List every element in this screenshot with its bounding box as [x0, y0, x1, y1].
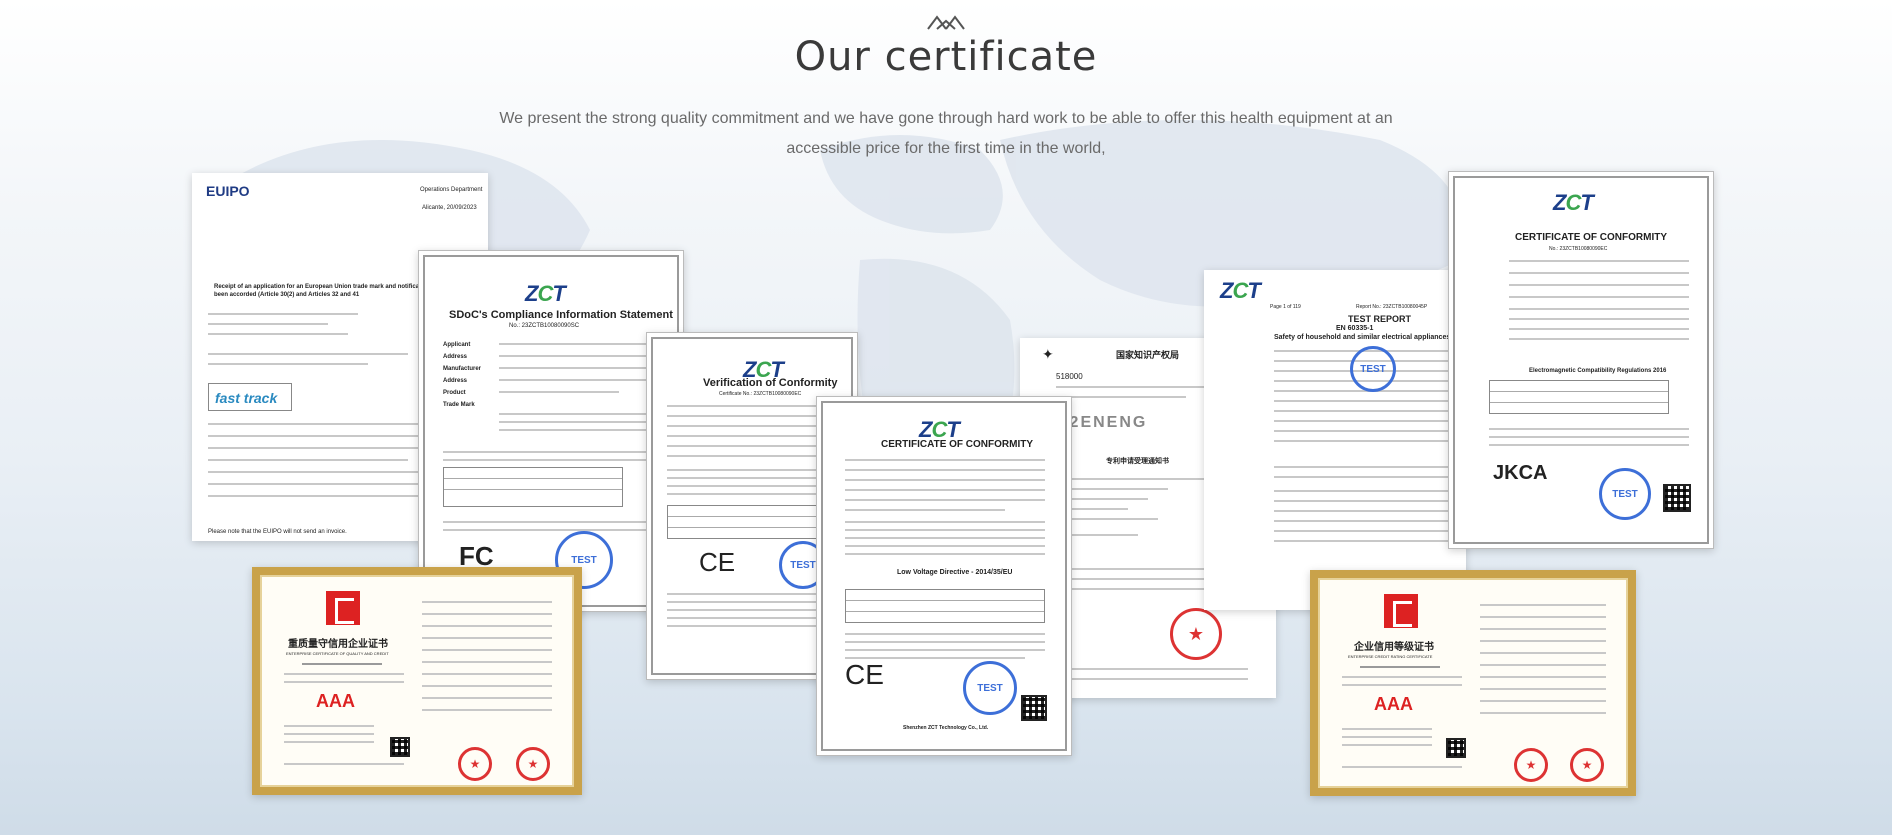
ce-cert-title: CERTIFICATE OF CONFORMITY — [881, 439, 1034, 450]
qr-code — [1446, 738, 1466, 758]
test-report-number: Report No.: 23ZCTB10080045P — [1356, 304, 1428, 310]
page-title: Our certificate — [794, 34, 1098, 80]
ce-cert-directive: Low Voltage Directive - 2014/35/EU — [897, 569, 1013, 576]
qr-code — [390, 737, 410, 757]
test-stamp: TEST — [1350, 346, 1396, 392]
ce-cert-company: Shenzhen ZCT Technology Co., Ltd. — [903, 725, 989, 731]
test-report-standard: EN 60335-1 — [1336, 325, 1374, 332]
certificate-ce[interactable]: ZCT CERTIFICATE OF CONFORMITY Low Voltag… — [816, 396, 1072, 756]
coc-right-number: No.: 23ZCTB10080090EC — [1549, 246, 1608, 252]
credit-logo-icon — [1384, 594, 1418, 628]
mountain-icon — [927, 15, 965, 30]
cnipa-header: 国家知识产权局 — [1116, 350, 1180, 360]
coc-right-title: CERTIFICATE OF CONFORMITY — [1515, 232, 1668, 243]
verification-title: Verification of Conformity — [703, 377, 838, 389]
ce-cert-table — [845, 589, 1045, 623]
ce-mark: CE — [845, 659, 884, 690]
credit-left-grade: AAA — [316, 691, 355, 711]
coc-right-subtitle: Electromagnetic Compatibility Regulation… — [1529, 368, 1667, 374]
test-report-subtitle: Safety of household and similar electric… — [1274, 334, 1451, 341]
fasttrack-badge: fast track — [208, 383, 292, 411]
credit-right-title-cn: 企业信用等级证书 — [1354, 642, 1434, 653]
verification-number: Certificate No.: 23ZCTB10080090EC — [719, 391, 802, 397]
sdoc-row-labels: Applicant Address Manufacturer Address Produ… — [443, 342, 482, 408]
jkca-mark: JKCA — [1493, 462, 1548, 484]
euipo-department: Operations Department — [420, 187, 483, 193]
red-seal: ★ — [516, 747, 550, 781]
cnipa-postcode: 518000 — [1056, 372, 1083, 381]
sdoc-title: SDoC's Compliance Information Statement — [449, 309, 673, 321]
page-subtitle: We present the strong quality commitment… — [499, 110, 1393, 157]
fasttrack-label: fast track — [215, 390, 278, 406]
red-seal: ★ — [458, 747, 492, 781]
certificate-credit-right[interactable]: 企业信用等级证书 ENTERPRISE CREDIT RATING CERTIF… — [1310, 570, 1636, 796]
ce-mark: CE — [699, 547, 736, 577]
red-seal: ★ — [1170, 608, 1222, 660]
certificate-coc-right[interactable]: ZCT CERTIFICATE OF CONFORMITY No.: 23ZCT… — [1448, 171, 1714, 549]
certificate-sdoc[interactable]: ZCT SDoC's Compliance Information Statem… — [418, 250, 684, 612]
cnipa-notice-title: 专利申请受理通知书 — [1106, 458, 1169, 465]
euipo-date: Alicante, 20/09/2023 — [422, 205, 477, 211]
verification-table — [667, 505, 817, 539]
credit-left-title-cn: 重质量守信用企业证书 — [288, 639, 388, 650]
certificate-test-report[interactable]: ZCT Page 1 of 119 Report No.: 23ZCTB1008… — [1204, 270, 1466, 610]
red-seal: ★ — [1514, 748, 1548, 782]
credit-logo-icon — [326, 591, 360, 625]
test-report-title: TEST REPORT — [1348, 314, 1412, 324]
coc-right-table — [1489, 380, 1669, 414]
sdoc-standards-table — [443, 467, 623, 507]
red-seal: ★ — [1570, 748, 1604, 782]
qr-code — [1021, 695, 1047, 721]
test-stamp: TEST — [1599, 468, 1651, 520]
zct-logo: ZCT — [525, 281, 566, 306]
euipo-logo: EUIPO — [206, 183, 250, 199]
test-stamp: TEST — [963, 661, 1017, 715]
sdoc-number: No.: 23ZCTB10080090SC — [509, 323, 580, 329]
credit-right-title-en: ENTERPRISE CREDIT RATING CERTIFICATE — [1348, 654, 1433, 659]
zct-logo: ZCT — [1553, 190, 1594, 215]
certificate-credit-left[interactable]: 重质量守信用企业证书 ENTERPRISE CERTIFICATE OF QUA… — [252, 567, 582, 795]
cnipa-logo-icon: ✦ — [1042, 346, 1054, 362]
euipo-footer: Please note that the EUIPO will not send… — [208, 529, 347, 535]
credit-right-grade: AAA — [1374, 694, 1413, 714]
zct-logo: ZCT — [1220, 278, 1261, 303]
credit-left-title-en: ENTERPRISE CERTIFICATE OF QUALITY AND CR… — [286, 651, 389, 656]
qr-code — [1663, 484, 1691, 512]
test-report-page: Page 1 of 119 — [1270, 304, 1301, 310]
